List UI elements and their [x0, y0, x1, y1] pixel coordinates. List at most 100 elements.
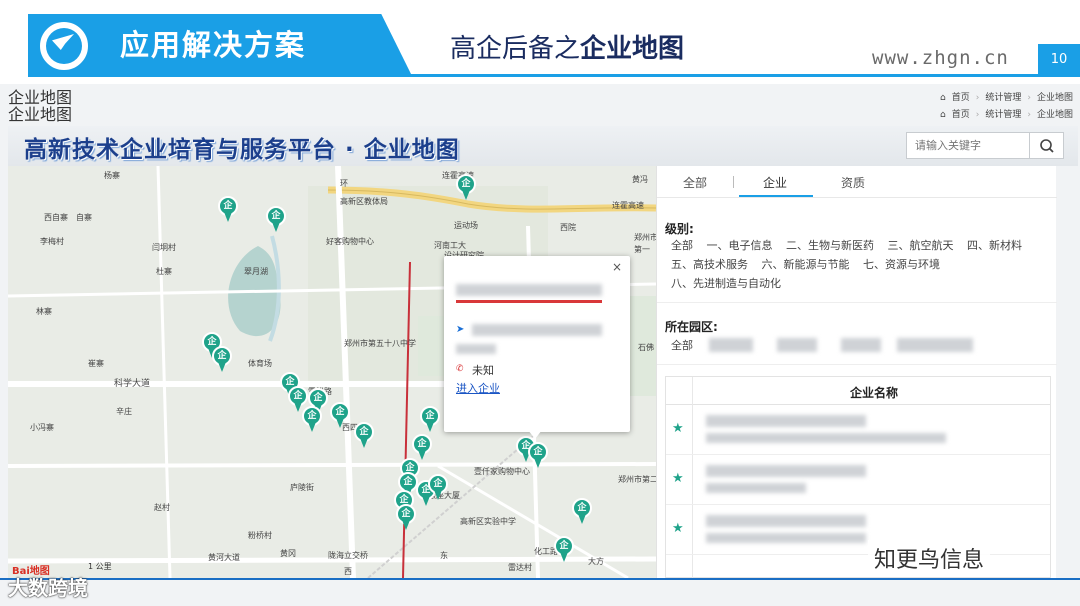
subtitle-bold: 企业地图 [580, 34, 685, 64]
tab-divider [733, 176, 734, 188]
enterprise-marker[interactable]: 企 [302, 406, 322, 432]
enterprise-marker[interactable]: 企 [396, 504, 416, 530]
star-icon[interactable]: ★ [672, 421, 684, 436]
breadcrumb-stats[interactable]: 统计管理 [985, 93, 1021, 103]
page-number: 10 [1038, 44, 1080, 76]
redacted-address [706, 433, 946, 443]
enterprise-marker[interactable]: 企 [412, 434, 432, 460]
map-label: 自寨 [76, 213, 92, 222]
platform-banner: 高新技术企业培育与服务平台 · 企业地图 [8, 126, 1078, 166]
breadcrumb-home[interactable]: 首页 [952, 93, 970, 103]
table-row[interactable]: ★ [666, 455, 1050, 505]
map-label: 闫垌村 [152, 243, 176, 252]
app-screen: 企业地图 企业地图 ⌂ 首页 › 统计管理 › 企业地图 ⌂ 首页 › 统计管理 › 企业地图 高新… [0, 84, 1080, 606]
map-label: 黄冈 [280, 549, 296, 558]
tab-enterprise[interactable]: 企业 [763, 174, 787, 191]
map-label: 翠月湖 [244, 267, 268, 276]
search-button[interactable] [1030, 132, 1064, 159]
star-icon[interactable]: ★ [672, 471, 684, 486]
filter-panel: 全部 企业 资质 级别: 全部 一、电子信息 二、生物与新医药 三、航空航天 四… [656, 166, 1057, 579]
level-options: 全部 一、电子信息 二、生物与新医药 三、航空航天 四、新材料 五、高技术服务 … [671, 236, 1051, 293]
level-option[interactable]: 二、生物与新医药 [786, 236, 874, 255]
search-icon [1040, 139, 1054, 153]
breadcrumb-stats[interactable]: 统计管理 [985, 110, 1021, 120]
map-label: 李梅村 [40, 237, 64, 246]
level-option[interactable]: 六、新能源与节能 [762, 255, 850, 274]
panel-tabs: 全部 企业 资质 [657, 166, 1057, 198]
active-tab-indicator [739, 195, 813, 197]
level-option[interactable]: 七、资源与环境 [863, 255, 940, 274]
enterprise-marker[interactable]: 企 [354, 422, 374, 448]
enterprise-marker[interactable]: 企 [212, 346, 232, 372]
map-label: 杜寨 [156, 267, 172, 276]
breadcrumb-current: 企业地图 [1036, 110, 1073, 120]
level-option[interactable]: 一、电子信息 [707, 236, 773, 255]
map-label: 石佛 [638, 343, 654, 352]
enterprise-marker[interactable]: 企 [266, 206, 286, 232]
subtitle-plain: 高企后备之 [450, 34, 581, 64]
level-option[interactable]: 三、航空航天 [888, 236, 954, 255]
table-row[interactable]: ★ [666, 505, 1050, 555]
redacted-address [472, 324, 602, 336]
park-label: 所在园区: [665, 320, 718, 334]
enterprise-marker[interactable]: 企 [428, 474, 448, 500]
map-label: 科学大道 [114, 379, 151, 389]
location-icon: ➤ [456, 324, 465, 335]
table-row[interactable]: ★ [666, 405, 1050, 455]
map-view[interactable]: 杨寨 西自寨 自寨 李梅村 闫垌村 杜寨 林寨 崔寨 科学大道 辛庄 小冯寨 赵… [8, 166, 656, 578]
enterprise-marker[interactable]: 企 [330, 402, 350, 428]
search-input[interactable] [906, 132, 1030, 159]
map-label: 崔寨 [88, 359, 104, 368]
enterprise-marker[interactable]: 企 [554, 536, 574, 562]
redacted-address [706, 483, 806, 493]
map-label: 小冯寨 [30, 423, 54, 432]
level-option[interactable]: 全部 [671, 236, 693, 255]
watermark-left: 大数跨境 [8, 576, 88, 600]
phone-value: 未知 [472, 364, 494, 377]
slide-subtitle: 高企后备之企业地图 [450, 28, 684, 65]
enterprise-marker[interactable]: 企 [528, 442, 548, 468]
map-label: 郑州市第五十八中学 [344, 339, 416, 348]
slide-header: 应用解决方案 高企后备之企业地图 www.zhgn.cn 10 [0, 0, 1080, 84]
tab-all[interactable]: 全部 [683, 174, 707, 191]
redacted-park [897, 338, 973, 352]
close-icon[interactable]: × [612, 260, 622, 274]
popup-divider [456, 300, 602, 303]
redacted-detail [456, 344, 496, 354]
enterprise-marker[interactable]: 企 [572, 498, 592, 524]
header-stripe [28, 74, 1080, 77]
level-option[interactable]: 八、先进制造与自动化 [671, 274, 781, 293]
map-label: 西自寨 [44, 213, 68, 222]
enterprise-marker[interactable]: 企 [218, 196, 238, 222]
enterprise-marker[interactable]: 企 [456, 174, 476, 200]
redacted-enterprise [706, 465, 866, 477]
home-icon: ⌂ [940, 93, 946, 103]
divider [657, 302, 1057, 303]
map-label: 高新区实验中学 [460, 517, 516, 526]
enterprise-marker[interactable]: 企 [420, 406, 440, 432]
star-icon[interactable]: ★ [672, 521, 684, 536]
breadcrumb-home[interactable]: 首页 [952, 110, 970, 120]
map-label: 好客购物中心 [326, 237, 374, 246]
enterprise-table: 企业名称 ★ ★ ★ [665, 376, 1051, 579]
tab-qualification[interactable]: 资质 [841, 174, 865, 191]
home-icon: ⌂ [940, 110, 946, 120]
redacted-address [706, 533, 866, 543]
level-option[interactable]: 五、高技术服务 [671, 255, 748, 274]
park-option-all[interactable]: 全部 [671, 336, 693, 355]
logo-circle [46, 28, 82, 64]
map-label: 林寨 [36, 307, 52, 316]
site-url: www.zhgn.cn [872, 47, 1009, 69]
phone-icon: ✆ [456, 364, 464, 374]
map-label: 郑州市第二十七中学 [618, 475, 656, 484]
map-label: 高新区教体局 [340, 197, 388, 206]
map-label: 东 [440, 551, 448, 560]
enter-enterprise-link[interactable]: 进入企业 [456, 380, 500, 396]
breadcrumb-ghost: ⌂ 首页 › 统计管理 › 企业地图 [940, 93, 1073, 103]
divider [657, 364, 1057, 365]
map-label: 壹仟家购物中心 [474, 467, 530, 476]
level-option[interactable]: 四、新材料 [967, 236, 1022, 255]
map-label: 黄冯 [632, 175, 648, 184]
enterprise-popup: × ➤ ✆ 未知 进入企业 [444, 256, 630, 439]
map-label: 西院 [560, 223, 576, 232]
